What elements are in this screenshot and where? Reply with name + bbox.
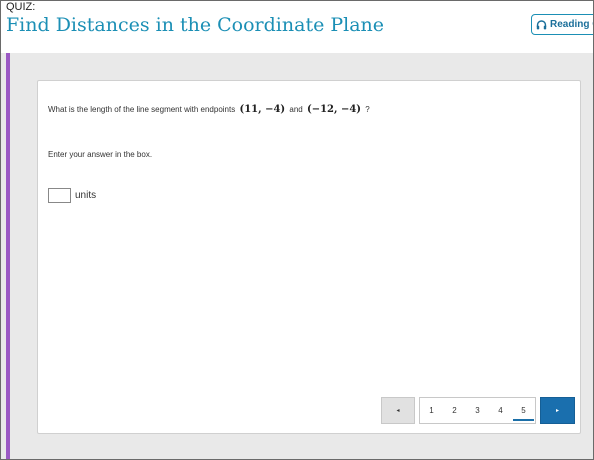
page-number-list: 1 2 3 4 5 [419, 397, 536, 424]
page-3-button[interactable]: 3 [466, 398, 489, 423]
previous-button[interactable]: ◂ [381, 397, 415, 424]
point-b: (−12, −4) [306, 104, 362, 115]
question-conjunction: and [289, 105, 303, 114]
reading-button[interactable]: Reading O [531, 14, 593, 35]
question-text: What is the length of the line segment w… [48, 105, 236, 114]
page-4-button[interactable]: 4 [489, 398, 512, 423]
headphones-icon [536, 19, 547, 29]
page-1-button[interactable]: 1 [420, 398, 443, 423]
answer-row: units [48, 188, 96, 203]
page-2-button[interactable]: 2 [443, 398, 466, 423]
question-card: What is the length of the line segment w… [37, 80, 581, 434]
question-prompt: What is the length of the line segment w… [48, 103, 370, 117]
reading-button-label: Reading O [550, 19, 593, 30]
page-5-button[interactable]: 5 [512, 398, 535, 423]
answer-input[interactable] [48, 188, 71, 203]
instruction-text: Enter your answer in the box. [48, 150, 153, 159]
previous-arrow-icon: ◂ [396, 408, 400, 414]
next-arrow-icon: ▸ [555, 408, 559, 414]
page-title: Find Distances in the Coordinate Plane [6, 14, 385, 36]
point-a: (11, −4) [239, 104, 286, 115]
quiz-label: QUIZ: [6, 1, 36, 13]
question-mark: ? [365, 105, 370, 114]
accent-bar [6, 53, 10, 459]
pagination: ◂ 1 2 3 4 5 ▸ [381, 397, 575, 424]
units-label: units [75, 190, 97, 201]
quiz-window: QUIZ: Find Distances in the Coordinate P… [0, 0, 594, 460]
next-button[interactable]: ▸ [540, 397, 575, 424]
quiz-header: QUIZ: Find Distances in the Coordinate P… [1, 1, 593, 53]
